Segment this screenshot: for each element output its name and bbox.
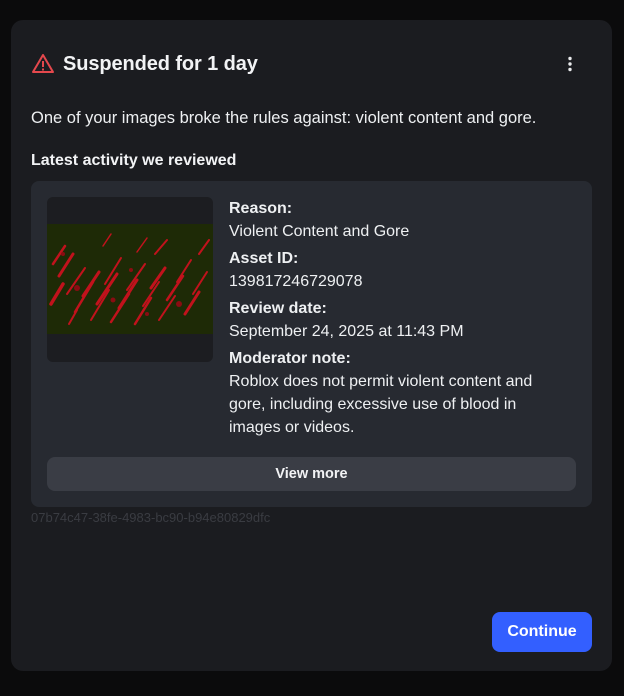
more-options-button[interactable] — [558, 52, 582, 76]
review-date-value: September 24, 2025 at 11:43 PM — [229, 323, 464, 340]
suspension-message: One of your images broke the rules again… — [31, 109, 537, 127]
request-id: 07b74c47-38fe-4983-bc90-b94e80829dfc — [31, 510, 271, 525]
asset-id-value: 139817246729078 — [229, 273, 363, 290]
review-date-label: Review date: — [229, 300, 327, 317]
dialog-header: Suspended for 1 day — [31, 52, 592, 76]
reason-value: Violent Content and Gore — [229, 223, 410, 240]
more-vertical-icon — [568, 56, 572, 72]
asset-id-label: Asset ID: — [229, 250, 299, 267]
warning-triangle-icon — [31, 52, 55, 76]
activity-card: Reason: Violent Content and Gore Asset I… — [31, 181, 592, 507]
activity-details: Reason: Violent Content and Gore Asset I… — [229, 198, 569, 444]
view-more-button[interactable]: View more — [47, 457, 576, 491]
moderator-note-value: Roblox does not permit violent content a… — [229, 373, 533, 436]
reason-label: Reason: — [229, 200, 293, 217]
continue-button[interactable]: Continue — [492, 612, 592, 652]
suspension-dialog: Suspended for 1 day One of your images b… — [11, 20, 612, 671]
section-heading: Latest activity we reviewed — [31, 152, 237, 169]
asset-thumbnail — [47, 197, 213, 362]
moderator-note-label: Moderator note: — [229, 350, 351, 367]
asset-image — [47, 224, 213, 334]
dialog-title: Suspended for 1 day — [63, 52, 258, 75]
